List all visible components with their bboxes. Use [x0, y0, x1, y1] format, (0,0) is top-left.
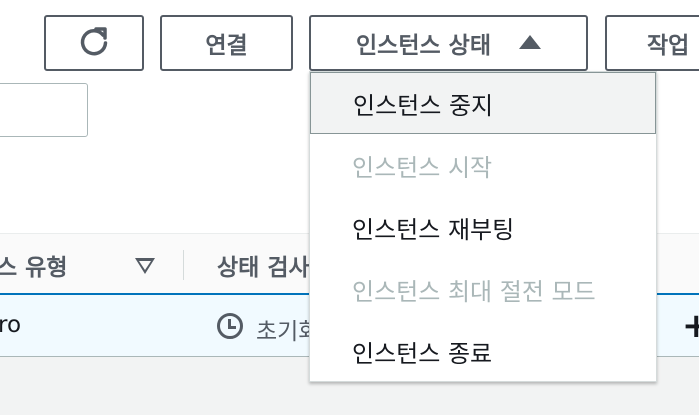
- menu-item-stop-instance[interactable]: 인스턴스 중지: [310, 72, 656, 134]
- menu-item-label: 인스턴스 시작: [352, 153, 493, 182]
- refresh-icon: [80, 27, 108, 56]
- clock-icon: [217, 313, 243, 339]
- caret-up-icon: [518, 35, 541, 49]
- menu-item-start-instance[interactable]: 인스턴스 시작: [310, 134, 656, 196]
- menu-item-label: 인스턴스 최대 절전 모드: [352, 277, 596, 306]
- instance-state-menu: 인스턴스 중지 인스턴스 시작 인스턴스 재부팅 인스턴스 최대 절전 모드 인…: [309, 71, 657, 382]
- menu-item-label: 인스턴스 종료: [352, 339, 493, 368]
- menu-item-reboot-instance[interactable]: 인스턴스 재부팅: [310, 196, 656, 258]
- refresh-button[interactable]: [44, 15, 144, 71]
- actions-button[interactable]: 작업: [605, 15, 699, 71]
- menu-item-hibernate-instance[interactable]: 인스턴스 최대 절전 모드: [310, 258, 656, 320]
- plus-icon[interactable]: +: [682, 309, 699, 343]
- column-divider[interactable]: [183, 250, 184, 280]
- filter-icon[interactable]: [135, 258, 155, 274]
- menu-item-label: 인스턴스 중지: [353, 91, 494, 120]
- instance-state-button[interactable]: 인스턴스 상태: [309, 15, 588, 71]
- search-input[interactable]: [0, 83, 88, 137]
- actions-button-label: 작업: [647, 33, 690, 59]
- cell-instance-type: ro: [0, 312, 22, 338]
- menu-item-terminate-instance[interactable]: 인스턴스 종료: [310, 320, 656, 382]
- connect-button[interactable]: 연결: [160, 15, 293, 71]
- column-header-instance-type[interactable]: 스 유형: [0, 248, 68, 282]
- connect-button-label: 연결: [205, 33, 248, 59]
- menu-item-label: 인스턴스 재부팅: [352, 215, 515, 244]
- instance-state-button-label: 인스턴스 상태: [356, 33, 491, 59]
- column-header-status-check[interactable]: 상태 검사: [217, 248, 310, 282]
